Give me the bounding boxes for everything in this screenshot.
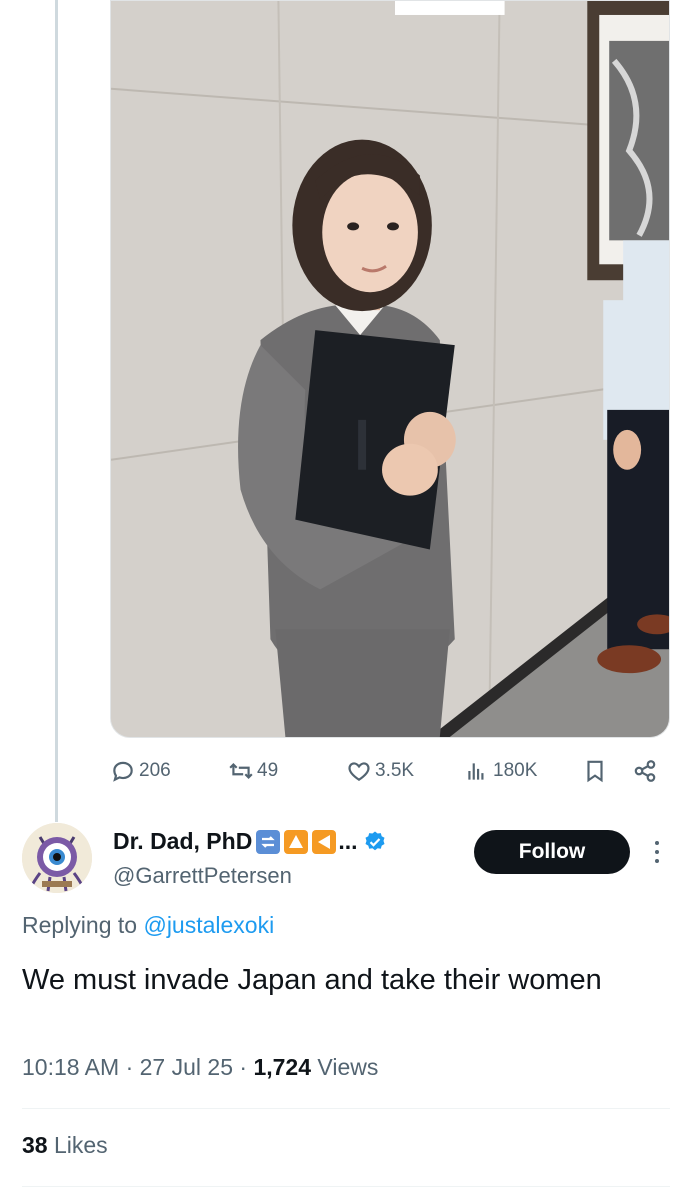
up-triangle-emoji-icon [284,829,309,854]
speech-bubble-icon [113,761,133,782]
tweet-views-label: Views [317,1054,379,1080]
like-button[interactable]: 3.5K [346,752,414,790]
bar-chart-icon [468,763,484,780]
likes-summary[interactable]: 38 Likes [22,1132,108,1159]
share-icon [634,760,656,782]
repeat-emoji-icon [256,829,281,854]
likes-label: Likes [53,1132,108,1158]
bookmark-button[interactable] [582,752,608,790]
replying-to-mention[interactable]: @justalexoki [143,912,274,938]
display-name-row[interactable]: Dr. Dad, PhD ... [113,828,387,855]
repost-count: 49 [257,760,279,781]
avatar[interactable] [22,823,92,893]
divider [22,1186,670,1187]
display-name[interactable]: Dr. Dad, PhD [113,828,252,855]
divider [22,1108,670,1109]
likes-count: 38 [22,1132,48,1158]
replying-to-line: Replying to @justalexoki [22,912,274,939]
tweet-date[interactable]: 27 Jul 25 [140,1054,233,1080]
avatar-eyeball-character [22,823,92,893]
name-ellipsis: ... [338,828,358,854]
reply-header: Dr. Dad, PhD ... @GarrettPetersen Follow [22,823,672,893]
views-button[interactable]: 180K [464,752,537,790]
heart-icon [348,762,370,781]
tweet-meta: 10:18 AM · 27 Jul 25 · 1,724 Views [22,1054,378,1081]
follow-button[interactable]: Follow [474,830,630,874]
meta-separator: · [239,1054,254,1080]
replying-to-prefix: Replying to [22,912,138,938]
repost-button[interactable]: 49 [228,752,278,790]
bookmark-icon [587,760,603,783]
tweet-time[interactable]: 10:18 AM [22,1054,119,1080]
meta-separator: · [125,1054,140,1080]
verified-badge-icon [363,830,387,854]
tweet-action-bar: 206 49 3.5K 180K [110,752,670,790]
left-triangle-emoji-icon [312,829,337,854]
user-handle[interactable]: @GarrettPetersen [113,863,292,889]
share-button[interactable] [632,752,658,790]
reply-count: 206 [139,760,171,781]
tweet-view-count: 1,724 [253,1054,312,1080]
more-vertical-icon[interactable] [649,837,665,867]
reply-button[interactable]: 206 [110,752,171,790]
repost-arrows-icon [229,762,253,780]
views-count: 180K [493,760,538,781]
tweet-text: We must invade Japan and take their wome… [22,964,602,996]
photo-illustration [111,1,669,737]
thread-connector-line [55,0,58,822]
tweet-photo[interactable] [110,0,670,738]
like-count: 3.5K [375,760,415,781]
